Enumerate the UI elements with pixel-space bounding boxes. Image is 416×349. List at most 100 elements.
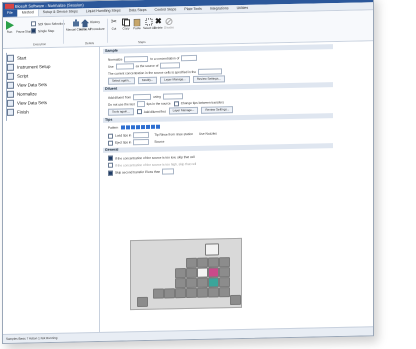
tip-pattern-cell[interactable]	[146, 124, 151, 129]
skip-too-low-checkbox[interactable]	[108, 155, 113, 161]
tips-pattern-row: Pattern	[108, 124, 161, 130]
tab-control-steps[interactable]: Control Steps	[151, 6, 181, 14]
step-finish[interactable]: Finish	[7, 108, 29, 116]
pause-button[interactable]: Pause	[16, 30, 25, 34]
tip-pattern-cell[interactable]	[121, 125, 126, 130]
procedure-button[interactable]: Procedure	[90, 27, 105, 31]
home-icon	[81, 19, 89, 28]
history-button[interactable]: History	[90, 20, 100, 24]
step-instrument-setup[interactable]: Instrument Setup	[7, 63, 50, 71]
tip-pattern-cell[interactable]	[126, 125, 131, 130]
deck-position[interactable]	[137, 296, 148, 308]
tip-pattern-cell[interactable]	[151, 124, 156, 129]
tip-pattern-cell[interactable]	[136, 125, 141, 130]
deck-position[interactable]	[197, 287, 208, 298]
deck-position[interactable]	[175, 268, 186, 279]
deck-position[interactable]	[175, 278, 186, 289]
diluent-source-select[interactable]	[133, 93, 152, 101]
quick-access-toolbar[interactable]	[5, 3, 14, 9]
steps-group-label: Steps	[138, 39, 146, 45]
layer-manage-button[interactable]: Layer Manage...	[160, 76, 190, 84]
delete-x-icon: ✖	[154, 16, 162, 26]
sdi-step-selection-checkbox[interactable]: SDI Steo Selection	[31, 21, 65, 27]
skip-tips-input[interactable]	[136, 101, 145, 108]
skip-second-transfer-checkbox[interactable]	[108, 170, 113, 176]
step-start[interactable]: Start	[7, 54, 26, 62]
sample-section-header: Sample	[103, 44, 333, 54]
deck-position[interactable]	[197, 267, 208, 278]
change-tips-checkbox[interactable]	[173, 100, 179, 106]
step-icon	[7, 90, 14, 98]
copy-icon	[122, 18, 130, 27]
select-again-button[interactable]: Select again...	[108, 77, 136, 85]
tab-setup-device-steps[interactable]: Setup & Device Steps	[39, 8, 82, 16]
steps-panel: Start Instrument Setup Script View Data …	[3, 46, 100, 334]
eject-tips-checkbox[interactable]	[108, 140, 113, 146]
play-icon	[6, 20, 14, 30]
run-button[interactable]: Run	[5, 20, 14, 34]
add-diluent-first-checkbox[interactable]	[136, 109, 142, 115]
deck-position[interactable]	[219, 257, 230, 268]
deck-position[interactable]	[186, 267, 197, 278]
tip-pattern-cell[interactable]	[156, 124, 161, 129]
skip-second-threshold-input[interactable]	[162, 168, 175, 175]
tab-integrations[interactable]: Integrations	[206, 5, 233, 13]
skip-too-high-checkbox[interactable]	[108, 162, 113, 168]
tips-eject-row: Eject tips in Source	[108, 138, 164, 146]
single-step-checkbox[interactable]: Single Step	[31, 28, 54, 34]
step-view-data-sets-2[interactable]: View Data Sets	[7, 99, 47, 107]
deck-position[interactable]	[208, 257, 219, 268]
step-view-data-sets[interactable]: View Data Sets	[7, 81, 47, 89]
deck-position[interactable]	[219, 277, 230, 288]
normalize-target-select[interactable]	[124, 55, 149, 63]
layer-manage-button-2[interactable]: Layer Manage...	[168, 106, 199, 115]
concentration-input[interactable]	[181, 54, 198, 62]
deck-position[interactable]	[164, 288, 175, 299]
eject-tips-select[interactable]	[133, 138, 150, 146]
review-settings-button[interactable]: Review Settings...	[192, 75, 225, 84]
step-script[interactable]: Script	[7, 72, 28, 80]
tab-plate-tools[interactable]: Plate Tools	[180, 6, 206, 14]
deck-position[interactable]	[197, 277, 208, 288]
deck-position[interactable]	[186, 257, 197, 268]
deck-layout-view[interactable]	[130, 237, 242, 311]
delete-button[interactable]: ✖ Delete	[154, 16, 163, 30]
deck-position[interactable]	[186, 287, 197, 298]
deck-document-slot[interactable]	[205, 243, 219, 256]
paste-button[interactable]: Paste	[133, 18, 141, 30]
deck-position[interactable]	[186, 277, 197, 288]
deck-position-highlighted[interactable]	[208, 267, 219, 278]
deck-position[interactable]	[197, 257, 208, 268]
disable-button[interactable]: Disable	[164, 17, 174, 30]
tab-method[interactable]: Method	[16, 9, 39, 17]
deck-position[interactable]	[219, 267, 230, 278]
tab-utilities[interactable]: Utilities	[233, 5, 253, 12]
tip-pattern-cell[interactable]	[141, 124, 146, 130]
step-normalize[interactable]: Normalize	[7, 90, 37, 98]
copy-button[interactable]: Copy	[122, 18, 130, 30]
source-select[interactable]	[115, 63, 134, 70]
deck-position[interactable]	[153, 288, 164, 299]
diluent-method-select[interactable]	[162, 93, 183, 100]
source-volume-input[interactable]	[160, 62, 181, 69]
deck-position[interactable]	[175, 288, 186, 299]
deck-position[interactable]	[230, 294, 241, 306]
details-group-label: Details	[85, 41, 95, 46]
deck-position-highlighted[interactable]	[208, 277, 219, 288]
tab-liquid-handling-steps[interactable]: Liquid Handling Steps	[82, 7, 125, 15]
checkbox-box	[31, 21, 36, 27]
cut-button[interactable]: ✂ Cut	[111, 19, 117, 31]
deck-position[interactable]	[208, 287, 219, 298]
load-tips-select[interactable]	[133, 131, 150, 139]
tab-file[interactable]: File	[3, 9, 17, 17]
paste-icon	[133, 18, 141, 27]
modify-button[interactable]: Modify...	[138, 76, 158, 85]
review-settings-button-2[interactable]: Review Settings...	[201, 106, 234, 114]
tip-pattern-cell[interactable]	[131, 125, 136, 130]
load-tips-checkbox[interactable]	[108, 133, 113, 139]
tools-again-button[interactable]: Tools again...	[108, 108, 134, 116]
concentration-source-select[interactable]	[198, 68, 223, 75]
deck-position[interactable]	[219, 287, 230, 298]
scissors-icon: ✂	[111, 18, 117, 26]
tab-data-steps[interactable]: Data Steps	[125, 7, 151, 15]
